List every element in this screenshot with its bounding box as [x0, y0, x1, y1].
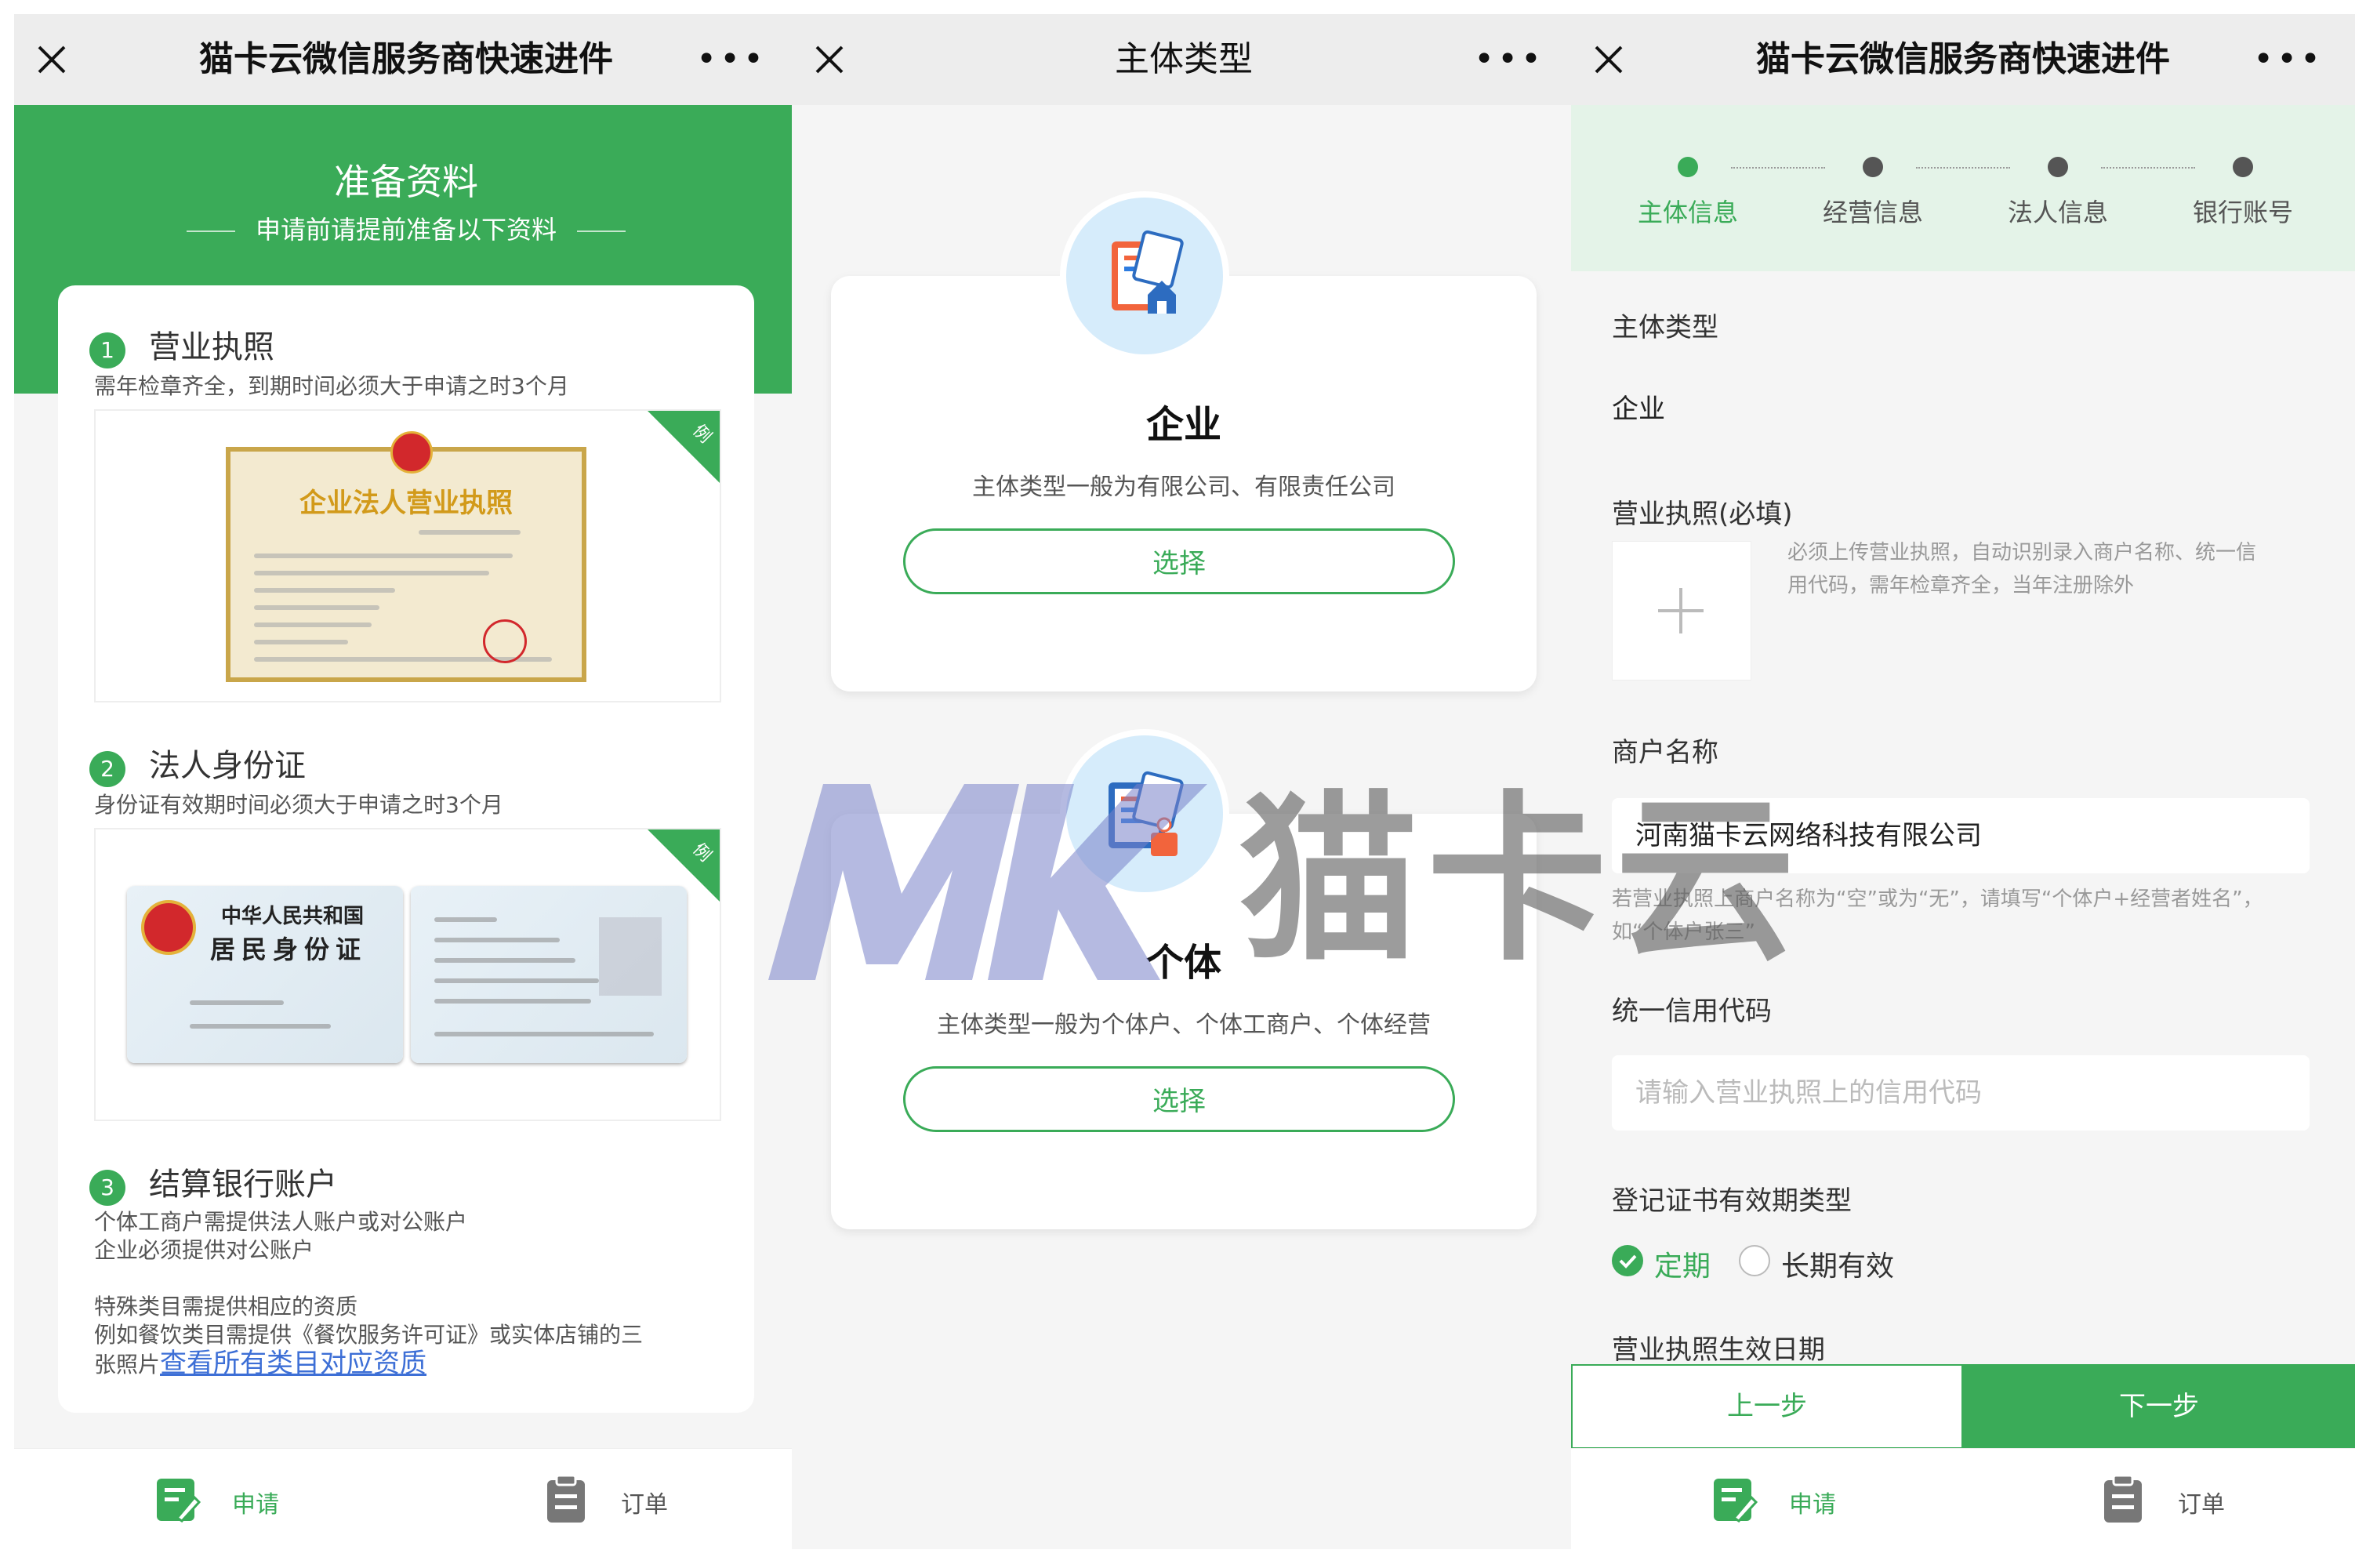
tab-label: 订单: [621, 1491, 668, 1519]
merchant-name-input[interactable]: 河南猫卡云网络科技有限公司: [1612, 798, 2310, 873]
step-label: 主体信息: [1637, 198, 1738, 227]
step-dot: [2233, 157, 2253, 177]
screen-prepare-materials: 猫卡云微信服务商快速进件 ••• 准备资料 申请前请提前准备以下资料 1 营业执…: [14, 14, 798, 1549]
section-number: 2: [89, 751, 125, 787]
nav-bar: 主体类型 •••: [792, 14, 1576, 105]
subject-type-label: 主体类型: [1612, 312, 1718, 343]
enterprise-icon-circle: [1060, 191, 1229, 361]
tab-apply[interactable]: 申请: [154, 1474, 310, 1524]
validity-type-label: 登记证书有效期类型: [1612, 1185, 1852, 1217]
idcard-line2: 居民身份证: [210, 935, 368, 964]
tab-orders[interactable]: 订单: [543, 1474, 699, 1524]
section-number: 1: [89, 332, 125, 368]
step-dot: [1678, 157, 1698, 177]
tab-label: 订单: [2178, 1491, 2225, 1519]
more-icon[interactable]: •••: [1474, 42, 1544, 77]
radio-empty-icon: [1739, 1245, 1770, 1276]
page-title: 猫卡云微信服务商快速进件: [1756, 39, 2170, 79]
nav-bar: 猫卡云微信服务商快速进件 •••: [1571, 14, 2355, 105]
radio-label: 长期有效: [1781, 1250, 1895, 1283]
section-number: 3: [89, 1170, 125, 1206]
more-icon[interactable]: •••: [696, 42, 767, 77]
section-title: 法人身份证: [149, 748, 306, 784]
nav-bar: 猫卡云微信服务商快速进件 •••: [14, 14, 798, 105]
step-label: 法人信息: [2007, 198, 2108, 227]
license-upload-button[interactable]: [1612, 541, 1751, 681]
step-buttons: 上一步 下一步: [1571, 1364, 2355, 1449]
individual-icon-circle: [1060, 729, 1229, 898]
section-desc: 企业必须提供对公账户: [94, 1237, 314, 1263]
tab-orders[interactable]: 订单: [2099, 1474, 2256, 1524]
materials-card: 1 营业执照 需年检章齐全，到期时间必须大于申请之时3个月 企业法人营业执照 例…: [58, 285, 754, 1413]
screen-subject-type: 主体类型 ••• 企业 主体类型一般为有限公司、有限责任公司 选择 个体 主体类…: [792, 14, 1576, 1549]
card-title: 个体: [1145, 941, 1221, 985]
merchant-name-hint: 如“个体户张三”: [1612, 920, 1755, 944]
close-icon[interactable]: [34, 42, 69, 77]
card-title: 企业: [1145, 403, 1221, 447]
idcard-front: 中华人民共和国 居民身份证: [127, 886, 403, 1063]
section-desc: 身份证有效期时间必须大于申请之时3个月: [94, 792, 503, 818]
tab-apply[interactable]: 申请: [1711, 1474, 1867, 1524]
step-label: 经营信息: [1822, 198, 1923, 227]
screen-subject-info: 猫卡云微信服务商快速进件 ••• 主体信息 经营信息 法人信息 银行账号 主体类…: [1571, 14, 2355, 1549]
credit-code-label: 统一信用代码: [1612, 996, 1772, 1027]
close-icon[interactable]: [1591, 42, 1626, 77]
card-desc: 主体类型一般为个体户、个体工商户、个体经营: [937, 1011, 1431, 1039]
page-title: 主体类型: [1115, 39, 1253, 79]
radio-long-term[interactable]: 长期有效: [1739, 1243, 1927, 1283]
seal-icon: [483, 619, 527, 663]
merchant-name-label: 商户名称: [1612, 737, 1718, 768]
edit-document-icon: [157, 1479, 201, 1523]
license-hint: 用代码，需年检章齐全，当年注册除外: [1787, 574, 2135, 597]
section-title: 营业执照: [149, 329, 274, 365]
header-title: 准备资料: [334, 161, 478, 203]
individual-icon: [1109, 771, 1184, 856]
section-title: 结算银行账户: [149, 1167, 337, 1203]
step-indicator: 主体信息 经营信息 法人信息 银行账号: [1571, 105, 2355, 271]
prev-step-button[interactable]: 上一步: [1571, 1364, 1963, 1449]
tab-label: 申请: [232, 1491, 279, 1519]
check-circle-icon: [1612, 1245, 1643, 1276]
license-label: 营业执照(必填): [1612, 499, 1793, 530]
clipboard-icon: [2104, 1474, 2142, 1523]
clipboard-icon: [547, 1474, 585, 1523]
page-title: 猫卡云微信服务商快速进件: [199, 39, 613, 79]
subject-type-value: 企业: [1612, 394, 1665, 425]
license-hint: 必须上传营业执照，自动识别录入商户名称、统一信: [1787, 541, 2257, 564]
step-label: 银行账号: [2192, 198, 2293, 227]
step-dot: [2048, 157, 2068, 177]
national-emblem-icon: [390, 431, 433, 474]
tab-label: 申请: [1789, 1491, 1836, 1519]
tab-bar: 申请 订单: [14, 1448, 798, 1549]
license-title: 企业法人营业执照: [299, 488, 513, 519]
select-enterprise-button[interactable]: 选择: [903, 528, 1455, 594]
credit-code-input[interactable]: 请输入营业执照上的信用代码: [1612, 1055, 2310, 1131]
idcard-back: [411, 886, 687, 1063]
enterprise-icon: [1112, 230, 1184, 314]
select-individual-button[interactable]: 选择: [903, 1066, 1455, 1132]
license-sample-image: 企业法人营业执照 例: [94, 409, 721, 702]
merchant-name-hint: 若营业执照上商户名称为“空”或为“无”，请填写“个体户+经营者姓名”，: [1612, 887, 2263, 911]
section-desc: 需年检章齐全，到期时间必须大于申请之时3个月: [94, 373, 569, 399]
radio-fixed-term[interactable]: 定期: [1612, 1243, 1729, 1283]
section-desc: 个体工商户需提供法人账户或对公账户: [94, 1209, 468, 1235]
idcard-sample-image: 中华人民共和国 居民身份证 例: [94, 828, 721, 1121]
special-note: 例如餐饮类目需提供《餐饮服务许可证》或实体店铺的三: [94, 1322, 644, 1348]
radio-label: 定期: [1654, 1250, 1711, 1283]
idcard-line1: 中华人民共和国: [221, 905, 365, 928]
step-dot: [1863, 157, 1883, 177]
effective-date-label: 营业执照生效日期: [1612, 1334, 1825, 1366]
header-subtitle: 申请前请提前准备以下资料: [14, 210, 798, 246]
license-illustration: 企业法人营业执照: [226, 431, 586, 682]
more-icon[interactable]: •••: [2253, 42, 2324, 77]
close-icon[interactable]: [812, 42, 847, 77]
national-emblem-icon: [141, 900, 196, 955]
special-note: 张照片查看所有类目对应资质: [94, 1348, 427, 1379]
qualification-link[interactable]: 查看所有类目对应资质: [160, 1348, 426, 1379]
next-step-button[interactable]: 下一步: [1963, 1364, 2355, 1449]
edit-document-icon: [1714, 1479, 1758, 1523]
card-desc: 主体类型一般为有限公司、有限责任公司: [972, 474, 1395, 501]
tab-bar: 申请 订单: [1571, 1448, 2355, 1549]
special-note: 特殊类目需提供相应的资质: [94, 1294, 358, 1319]
